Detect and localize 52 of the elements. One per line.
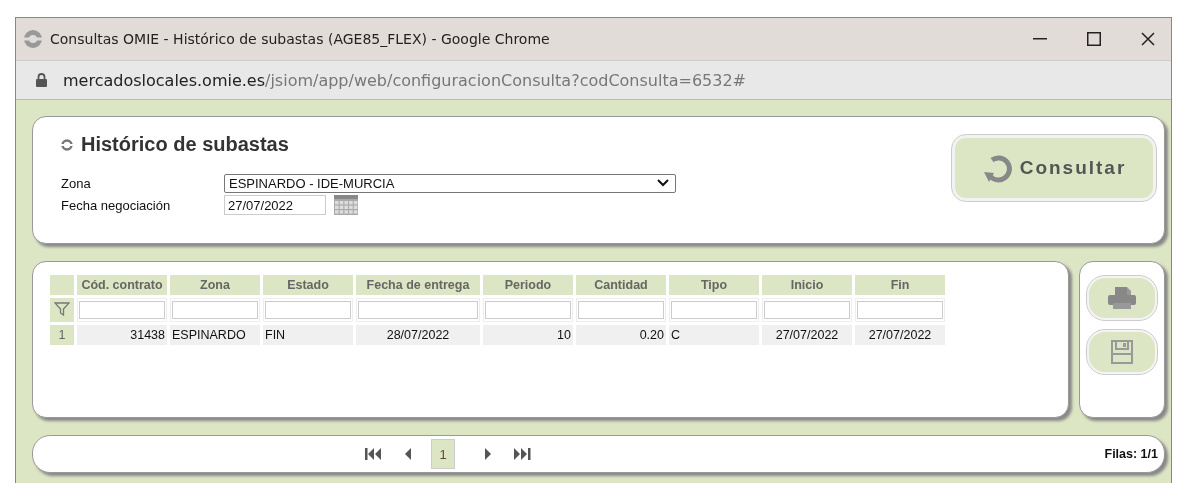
- filter-field[interactable]: [358, 301, 478, 319]
- filter-field[interactable]: [79, 301, 165, 319]
- printer-icon: [1107, 287, 1137, 309]
- filter-field[interactable]: [485, 301, 571, 319]
- chevron-down-icon: [657, 179, 669, 187]
- filter-field[interactable]: [764, 301, 850, 319]
- print-button[interactable]: [1087, 276, 1157, 320]
- table-cell: ESPINARDO: [170, 325, 260, 345]
- column-header[interactable]: Fin: [855, 275, 945, 295]
- consultar-button[interactable]: Consultar: [952, 135, 1156, 201]
- refresh-icon: [981, 152, 1014, 184]
- app-icon: [24, 30, 42, 48]
- column-header[interactable]: Estado: [263, 275, 353, 295]
- filter-field[interactable]: [578, 301, 664, 319]
- column-header[interactable]: Zona: [170, 275, 260, 295]
- table-cell: 27/07/2022: [855, 325, 945, 345]
- column-header[interactable]: Periodo: [483, 275, 573, 295]
- table-cell: 0.20: [576, 325, 666, 345]
- column-header[interactable]: Inicio: [762, 275, 852, 295]
- column-header[interactable]: Cód. contrato: [77, 275, 167, 295]
- date-field[interactable]: 27/07/2022: [224, 195, 326, 215]
- column-header[interactable]: Fecha de entrega: [356, 275, 480, 295]
- table-cell: 10: [483, 325, 573, 345]
- triangle-left-icon: [404, 448, 412, 460]
- close-icon: [1141, 32, 1155, 46]
- filter-icon[interactable]: [54, 300, 70, 317]
- triangle-right-icon: [484, 448, 492, 460]
- table-cell: 27/07/2022: [762, 325, 852, 345]
- filter-field[interactable]: [857, 301, 943, 319]
- save-button[interactable]: [1087, 330, 1157, 374]
- field-label: Zona: [61, 175, 92, 191]
- table-cell: 31438: [77, 325, 167, 345]
- column-header[interactable]: Cantidad: [576, 275, 666, 295]
- form-title: Histórico de subastas: [81, 133, 289, 156]
- calendar-icon[interactable]: [334, 195, 358, 215]
- field-label: Fecha negociación: [61, 197, 172, 213]
- column-header[interactable]: Tipo: [669, 275, 759, 295]
- lock-icon: [36, 73, 47, 87]
- table-cell: FIN: [263, 325, 353, 345]
- minimize-icon: [1033, 38, 1047, 40]
- filter-field[interactable]: [671, 301, 757, 319]
- table-cell: C: [669, 325, 759, 345]
- page-button[interactable]: 1: [431, 439, 455, 469]
- row-number: 1: [50, 325, 74, 345]
- window-title: Consultas OMIE - Histórico de subastas (AGE85_FLEX) - Google Chrome: [50, 31, 551, 47]
- filter-field[interactable]: [172, 301, 258, 319]
- rows-count: Filas: 1/1: [1104, 447, 1158, 461]
- refresh-icon: [61, 138, 73, 151]
- filter-field[interactable]: [265, 301, 351, 319]
- zone-select[interactable]: ESPINARDO - IDE-MURCIA: [224, 173, 676, 193]
- table-cell: 28/07/2022: [356, 325, 480, 345]
- maximize-icon: [1087, 32, 1101, 46]
